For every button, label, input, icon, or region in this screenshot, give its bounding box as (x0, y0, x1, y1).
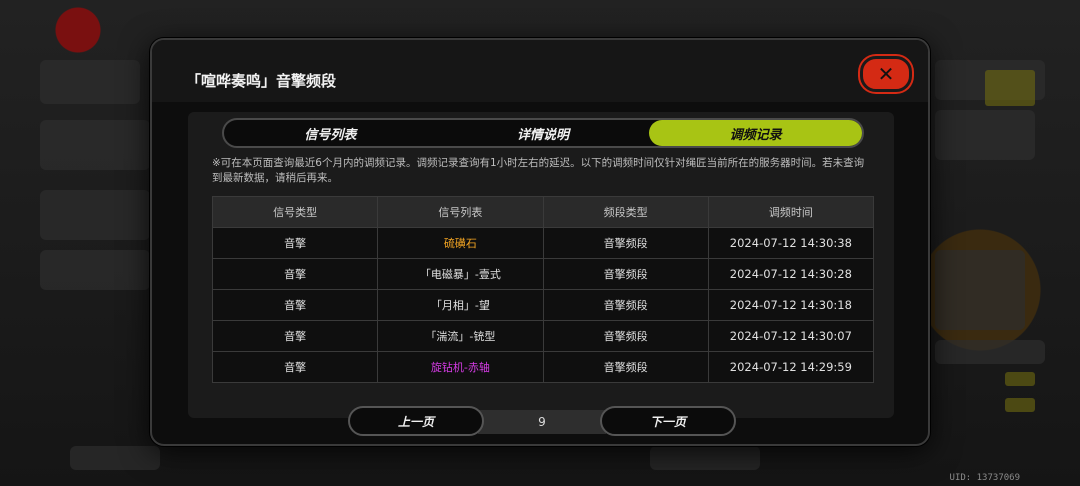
header-band-type: 频段类型 (542, 197, 708, 227)
table-row: 音擎 旋钻机-赤轴 音擎频段 2024-07-12 14:29:59 (213, 351, 873, 382)
tab-frequency-records[interactable]: 调频记录 (649, 120, 863, 146)
table-row: 音擎 「湍流」-铳型 音擎频段 2024-07-12 14:30:07 (213, 320, 873, 351)
close-x-icon: ✕ (877, 62, 895, 86)
cell-signal-type: 音擎 (284, 330, 307, 343)
cell-band-type: 音擎频段 (542, 228, 708, 258)
cell-signal-type: 音擎 (284, 237, 307, 250)
table-row: 音擎 硫磺石 音擎频段 2024-07-12 14:30:38 (213, 227, 873, 258)
modal-title: 「喧哗奏鸣」音擎频段 (186, 72, 337, 90)
table-row: 音擎 「月相」-望 音擎频段 2024-07-12 14:30:18 (213, 289, 873, 320)
notice-text: ※可在本页面查询最近6个月内的调频记录。调频记录查询有1小时左右的延迟。以下的调… (212, 157, 865, 184)
header-signal-list: 信号列表 (377, 197, 542, 227)
tab-signal-list[interactable]: 信号列表 (224, 120, 437, 146)
modal-content: 信号列表 详情说明 调频记录 ※可在本页面查询最近6个月内的调频记录。调频记录查… (188, 112, 894, 418)
cell-signal-item: 硫磺石 (377, 228, 542, 258)
pagination: 9 上一页 下一页 (348, 406, 736, 438)
modal-header: 「喧哗奏鸣」音擎频段 ✕ (152, 40, 928, 102)
page-number: 9 (478, 410, 606, 434)
table-row: 音擎 「电磁暴」-壹式 音擎频段 2024-07-12 14:30:28 (213, 258, 873, 289)
cell-signal-item: 「湍流」-铳型 (377, 321, 542, 351)
cell-band-type: 音擎频段 (542, 290, 708, 320)
next-page-button[interactable]: 下一页 (600, 406, 736, 436)
signal-band-modal: 「喧哗奏鸣」音擎频段 ✕ 信号列表 详情说明 调频记录 ※可在本页面查询最近6个… (150, 38, 930, 446)
cell-signal-item: 旋钻机-赤轴 (377, 352, 542, 382)
header-signal-type: 信号类型 (273, 206, 318, 219)
cell-time: 2024-07-12 14:30:38 (707, 228, 873, 258)
cell-signal-type: 音擎 (284, 361, 307, 374)
cell-time: 2024-07-12 14:30:07 (707, 321, 873, 351)
cell-time: 2024-07-12 14:30:18 (707, 290, 873, 320)
cell-band-type: 音擎频段 (542, 352, 708, 382)
cell-signal-type: 音擎 (284, 268, 307, 281)
close-button[interactable]: ✕ (860, 56, 912, 92)
cell-signal-item: 「电磁暴」-壹式 (377, 259, 542, 289)
tab-details[interactable]: 详情说明 (437, 120, 650, 146)
table-header-row: 信号类型 信号列表 频段类型 调频时间 (213, 197, 873, 227)
cell-band-type: 音擎频段 (542, 321, 708, 351)
records-table: 信号类型 信号列表 频段类型 调频时间 音擎 硫磺石 音擎频段 2024-07-12 … (212, 196, 874, 383)
cell-band-type: 音擎频段 (542, 259, 708, 289)
prev-page-button[interactable]: 上一页 (348, 406, 484, 436)
cell-time: 2024-07-12 14:30:28 (707, 259, 873, 289)
cell-time: 2024-07-12 14:29:59 (707, 352, 873, 382)
cell-signal-type: 音擎 (284, 299, 307, 312)
tab-bar: 信号列表 详情说明 调频记录 (222, 118, 864, 148)
header-time: 调频时间 (707, 197, 873, 227)
uid-label: UID: 13737069 (949, 473, 1020, 483)
cell-signal-item: 「月相」-望 (377, 290, 542, 320)
